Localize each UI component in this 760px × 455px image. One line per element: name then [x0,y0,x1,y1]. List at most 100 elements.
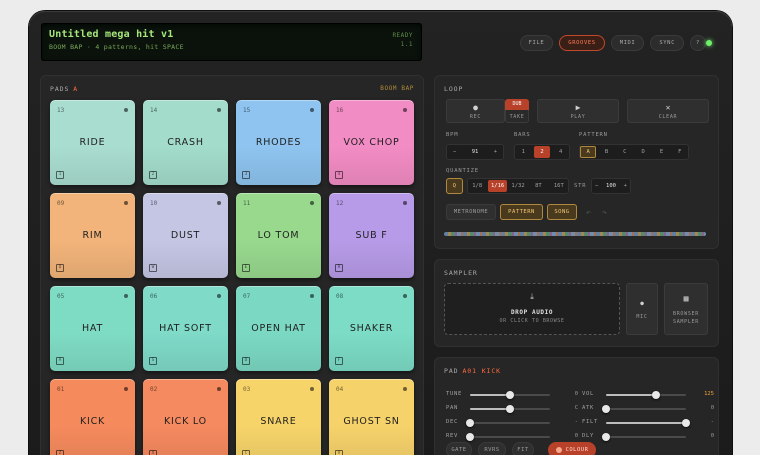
quantize-option[interactable]: 16T [550,180,568,192]
pad-open-hat[interactable]: 07 OPEN HAT D [236,286,321,371]
selected-pad-name: A01 KICK [462,367,501,375]
slider-knob[interactable] [602,405,610,413]
pattern-timeline[interactable] [444,232,706,236]
pad-crash[interactable]: 14 CRASH 2 [143,100,228,185]
slider-knob[interactable] [602,433,610,441]
slider-fill [606,422,686,424]
pad-lo-tom[interactable]: 11 LO TOM E [236,193,321,278]
pad-indicator-dot [124,294,128,298]
pad-ride[interactable]: 13 RIDE 1 [50,100,135,185]
slider-knob[interactable] [682,419,690,427]
pattern-option[interactable]: D [635,146,651,158]
play-button[interactable]: ▶ PLAY [537,99,619,123]
bars-option[interactable]: 4 [552,146,569,158]
pad-sub-f[interactable]: 12 SUB F R [329,193,414,278]
quantize-option[interactable]: 1/16 [488,180,507,192]
control-slider[interactable] [602,405,686,413]
sync-button[interactable]: SYNC [650,35,684,51]
pad-shaker[interactable]: 08 SHAKER F [329,286,414,371]
dub-take-toggle[interactable]: DUB TAKE [505,99,529,123]
pad-rim[interactable]: 09 RIM Q [50,193,135,278]
quantize-option[interactable]: 8T [529,180,547,192]
pad-label: RIDE [79,137,106,148]
bpm-decrease-button[interactable]: − [447,146,462,158]
slider-knob[interactable] [651,391,660,399]
bpm-increase-button[interactable]: + [488,146,503,158]
rec-button[interactable]: ● REC [446,99,505,123]
pattern-option[interactable]: A [580,146,597,158]
control-label: ATK [582,405,595,411]
drop-subtitle: OR CLICK TO BROWSE [499,318,565,324]
gate-button[interactable]: GATE [446,442,472,455]
control-label: PAN [446,405,459,411]
file-button[interactable]: FILE [519,35,554,51]
pad-label: CRASH [167,137,204,148]
help-button[interactable]: ? [690,35,706,51]
slider-fill [470,394,510,396]
pad-key-icon: S [149,357,157,365]
slider-knob[interactable] [466,433,474,441]
pattern-mode-button[interactable]: PATTERN [500,204,543,220]
pad-label: RIM [82,230,103,241]
pad-kick-lo[interactable]: 02 KICK LO X [143,379,228,455]
control-slider[interactable] [602,433,686,441]
midi-button[interactable]: MIDI [610,35,645,51]
pad-vox-chop[interactable]: 16 VOX CHOP 4 [329,100,414,185]
clear-button[interactable]: ✕ CLEAR [627,99,709,123]
control-slider[interactable] [470,391,550,399]
strength-stepper[interactable]: − 100 + [591,178,631,194]
top-nav: FILE GROOVES MIDI SYNC ? [519,35,706,51]
pad-rhodes[interactable]: 15 RHODES 3 [236,100,321,185]
pattern-option[interactable]: F [672,146,688,158]
control-slider[interactable] [606,391,686,399]
quantize-option[interactable]: 1/8 [468,180,486,192]
slider-knob[interactable] [506,391,514,399]
bpm-stepper[interactable]: − 91 + [446,144,504,160]
pad-hat[interactable]: 05 HAT A [50,286,135,371]
fit-button[interactable]: FIT [512,442,534,455]
pad-label: RHODES [255,137,302,148]
colour-button[interactable]: COLOUR [548,442,596,455]
redo-icon[interactable]: ↷ [602,208,608,217]
strength-decrease-button[interactable]: − [592,180,601,192]
pattern-option[interactable]: B [598,146,614,158]
control-slider[interactable] [606,419,690,427]
quantize-toggle[interactable]: Q [446,178,463,194]
pad-number: 14 [150,107,158,114]
pad-key-icon: Z [56,450,64,455]
mic-button[interactable]: ● MIC [626,283,658,335]
drop-audio-zone[interactable]: ⤓ DROP AUDIO OR CLICK TO BROWSE [444,283,620,335]
metronome-button[interactable]: METRONOME [446,204,496,220]
play-label: PLAY [570,114,586,120]
browser-sampler-button[interactable]: ▦ BROWSER SAMPLER [664,283,708,335]
song-mode-button[interactable]: SONG [547,204,577,220]
bars-option[interactable]: 2 [533,146,551,158]
slider-knob[interactable] [506,405,514,413]
control-value: C [574,405,578,411]
pad-number: 16 [336,107,344,114]
pad-snare[interactable]: 03 SNARE C [236,379,321,455]
undo-icon[interactable]: ↶ [586,208,592,217]
control-slider[interactable] [466,433,550,441]
pad-hat-soft[interactable]: 06 HAT SOFT S [143,286,228,371]
grooves-button[interactable]: GROOVES [559,35,605,51]
pattern-option[interactable]: C [617,146,633,158]
pad-key-icon: W [149,264,157,272]
pad-kick[interactable]: 01 KICK Z [50,379,135,455]
pad-ghost-sn[interactable]: 04 GHOST SN V [329,379,414,455]
rec-label: REC [469,114,482,120]
control-label: DLY [582,433,595,439]
control-slider[interactable] [470,405,550,413]
sampler-title: SAMPLER [444,269,478,277]
pad-bank-label: A [73,85,79,93]
rvrs-button[interactable]: RVRS [478,442,506,455]
slider-knob[interactable] [466,419,474,427]
pad-label: SUB F [355,230,388,241]
quantize-option[interactable]: 1/32 [509,180,527,192]
bars-option[interactable]: 1 [515,146,532,158]
strength-increase-button[interactable]: + [621,180,630,192]
control-slider[interactable] [466,419,550,427]
browser-label: BROWSER [673,311,699,317]
pad-dust[interactable]: 10 DUST W [143,193,228,278]
pattern-option[interactable]: E [653,146,669,158]
